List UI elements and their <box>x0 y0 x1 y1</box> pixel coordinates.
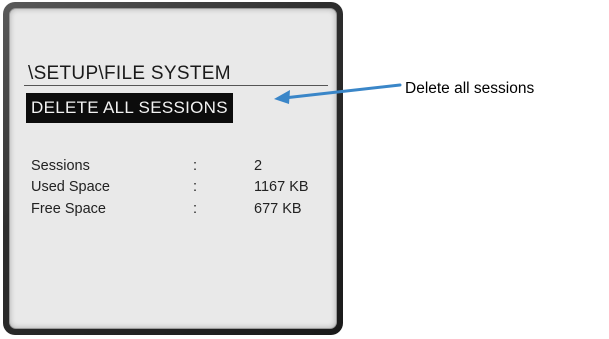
info-label: Sessions <box>31 158 90 174</box>
info-colon: : <box>193 158 198 174</box>
info-value: 1167 KB <box>254 179 309 195</box>
device-screen: \SETUP\FILE SYSTEM DELETE ALL SESSIONS S… <box>9 8 337 329</box>
info-value: 677 KB <box>254 201 302 217</box>
callout-arrow-icon <box>274 83 402 104</box>
info-label: Free Space <box>31 201 106 217</box>
info-label: Used Space <box>31 179 110 195</box>
info-colon: : <box>193 201 198 217</box>
delete-all-sessions-item[interactable]: DELETE ALL SESSIONS <box>26 93 233 123</box>
info-value: 2 <box>254 158 263 174</box>
callout-label: Delete all sessions <box>405 80 535 97</box>
device-bezel: \SETUP\FILE SYSTEM DELETE ALL SESSIONS S… <box>3 2 343 335</box>
menu-path-title: \SETUP\FILE SYSTEM <box>28 63 231 84</box>
info-colon: : <box>193 179 198 195</box>
